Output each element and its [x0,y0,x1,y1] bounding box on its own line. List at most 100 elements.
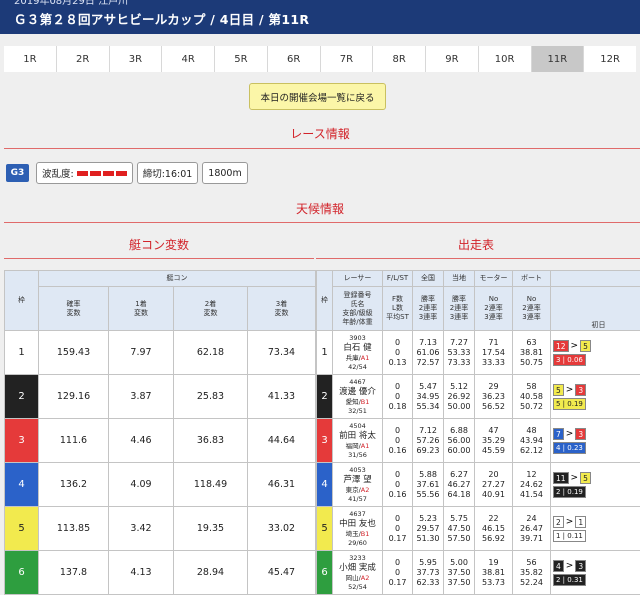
start-timing: 5 | 0.19 [553,397,586,410]
racer-name[interactable]: 白石 健 [333,343,382,354]
column-subheader: 登録番号 氏名 支部/級級 年齢/体重 [332,286,383,331]
stat-value: 71 [488,337,499,347]
racer-branch: 愛知 [345,397,359,406]
tab-11r[interactable]: 11R [531,46,584,72]
finish-rank: 3 [575,383,587,396]
frame-number: 5 [4,506,39,551]
frame-number: 6 [316,550,333,595]
column-subheader: No 2連率 3連率 [512,286,551,331]
tab-9r[interactable]: 9R [426,46,478,72]
stat-cell: 0 0 0.17 [382,506,413,551]
column-subheader: 勝率 2連率 3連率 [412,286,444,331]
racer-cell: 4504 前田 将太 福岡/A1 31/56 [332,418,383,463]
stat-value: 35.29 [482,435,505,445]
racer-branch: 兵庫 [345,353,359,362]
day1-header: 初日 [550,286,640,331]
stat-value: 40.91 [482,489,505,499]
finish-rank: 5 [580,339,591,352]
stat-value: 62.33 [416,577,440,587]
back-to-venues-button[interactable]: 本日の開催会場一覧に戻る [249,83,386,110]
tab-10r[interactable]: 10R [478,46,531,72]
tab-12r[interactable]: 12R [584,46,636,72]
racer-age-weight: 29/60 [348,538,367,547]
value-cell: 3.42 [108,506,174,551]
stat-value: 0 [394,347,401,357]
stat-value: 22 [488,513,499,523]
column-header: レーサー [332,270,383,287]
stat-value: 27.27 [482,479,505,489]
deadline-box: 締切:16:01 [136,162,199,184]
table-row: 3 4504 前田 将太 福岡/A1 31/56 0 0 0.16 7.12 57.26 69.23… [316,418,640,463]
racer-age-weight: 31/56 [348,450,367,459]
stat-value: 0 [394,523,401,533]
value-cell: 44.64 [247,418,316,463]
turbulence-label: 波乱度: [42,169,74,180]
table-row: 5 4637 中田 友也 埼玉/B1 29/60 0 0 0.17 5.23 29.57 51.30… [316,506,640,551]
tab-6r[interactable]: 6R [267,46,320,72]
stat-value: 24.62 [520,479,543,489]
stat-cell: 6.27 46.27 64.18 [443,462,475,507]
value-cell: 137.8 [38,550,109,595]
racer-reg-no: 3233 [349,553,366,562]
stat-cell: 5.88 37.61 55.56 [412,462,444,507]
stat-value: 55.34 [416,401,440,411]
stat-value: 26.47 [520,523,543,533]
stat-cell: 24 26.47 39.71 [512,506,551,551]
stat-value: 5.75 [450,513,468,523]
tab-4r[interactable]: 4R [162,46,214,72]
stat-value: 17.54 [482,347,505,357]
stat-value: 0.16 [388,445,407,455]
stat-cell: 19 38.81 53.73 [474,550,513,595]
tab-1r[interactable]: 1R [4,46,56,72]
stat-value: 0 [394,469,401,479]
racer-name[interactable]: 渡邊 優介 [333,387,382,398]
day1-result: 12 >5 3 | 0.06 [550,330,640,375]
stat-value: 5.12 [450,381,468,391]
tab-2r[interactable]: 2R [56,46,109,72]
tab-5r[interactable]: 5R [215,46,267,72]
racer-name[interactable]: 小畑 実成 [333,563,382,574]
stat-value: 0 [394,337,401,347]
stat-value: 0.13 [388,357,407,367]
stat-value: 0.17 [388,533,407,543]
value-cell: 46.31 [247,462,316,507]
racer-age-weight: 52/54 [348,582,367,591]
racer-name[interactable]: 中田 友也 [333,519,382,530]
stat-value: 0.17 [388,577,407,587]
value-cell: 118.49 [173,462,248,507]
day-header-spacer [550,270,640,287]
stat-value: 12 [526,469,537,479]
arrow-icon: > [570,472,579,483]
table-row: 1 3903 白石 健兵庫/A1 42/54 0 0 0.13 7.13 61.06 72.57 7… [316,330,640,375]
table-row: 1 159.43 7.97 62.18 73.34 [4,330,316,375]
frame-number: 1 [4,330,39,375]
divider [4,222,640,223]
stat-value: 5.00 [450,557,468,567]
tab-7r[interactable]: 7R [320,46,373,72]
stat-cell: 58 40.58 50.72 [512,374,551,419]
day1-result: 7 >3 4 | 0.23 [550,418,640,463]
racer-reg-no: 4637 [349,509,366,518]
tab-8r[interactable]: 8R [373,46,425,72]
turbulence-segment [102,170,114,176]
turbulence-meter [76,170,127,176]
frame-number: 3 [4,418,39,463]
race-date: 2019年08月29日 江戸川 [14,0,129,7]
racer-name[interactable]: 芦澤 望 [333,475,382,486]
stat-cell: 0 0 0.17 [382,550,413,595]
stat-value: 50.00 [447,401,471,411]
value-cell: 4.46 [108,418,174,463]
turbulence-segment [115,170,127,176]
tab-3r[interactable]: 3R [109,46,162,72]
distance-box: 1800m [202,162,248,184]
racer-name[interactable]: 前田 将太 [333,431,382,442]
turbulence-segment [89,170,101,176]
frame-number: 1 [316,330,333,375]
day1-result: 5 >3 5 | 0.19 [550,374,640,419]
stat-value: 0.18 [388,401,407,411]
weather-heading: 天候情報 [295,202,344,216]
start-timing: 4 | 0.23 [553,441,586,454]
racer-cell: 3903 白石 健兵庫/A1 42/54 [332,330,383,375]
racer-class: A2 [360,485,370,494]
racer-class: B1 [360,397,370,406]
